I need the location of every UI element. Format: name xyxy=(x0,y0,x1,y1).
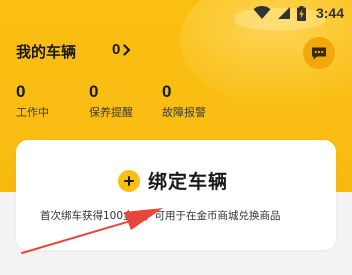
stat-working[interactable]: 0 工作中 xyxy=(16,82,89,120)
page-title: 我的车辆 xyxy=(16,43,77,61)
stat-working-label: 工作中 xyxy=(16,106,49,119)
bind-reward-description: 首次绑车获得100金币，可用于在金币商城兑换商品 xyxy=(40,210,281,222)
bind-vehicle-label: 绑定车辆 xyxy=(148,171,229,193)
message-button[interactable] xyxy=(303,37,335,69)
stat-fault[interactable]: 0 故障报警 xyxy=(162,82,235,120)
message-icon xyxy=(312,47,326,59)
bind-vehicle-button[interactable]: 绑定车辆 xyxy=(118,167,228,194)
vehicle-title-row: 我的车辆 xyxy=(16,41,76,62)
vehicle-stats: 0 工作中 0 保养提醒 0 故障报警 xyxy=(16,82,235,120)
stat-working-value: 0 xyxy=(16,82,26,101)
signal-icon xyxy=(277,7,290,19)
stat-fault-value: 0 xyxy=(162,82,172,101)
status-time: 3:44 xyxy=(315,5,344,21)
stat-maintenance-label: 保养提醒 xyxy=(89,106,133,119)
plus-icon xyxy=(118,169,140,192)
bind-vehicle-card xyxy=(16,140,336,250)
battery-charging-icon xyxy=(296,5,306,21)
wifi-icon xyxy=(253,6,271,19)
chevron-right-icon xyxy=(123,43,131,56)
status-bar: 3:44 xyxy=(253,4,344,22)
screen: 3:44 我的车辆 0 0 工作中 0 保养提醒 0 故障报警 绑定车辆 首次绑… xyxy=(0,0,352,275)
stat-fault-label: 故障报警 xyxy=(162,106,206,119)
vehicle-count-link[interactable]: 0 xyxy=(112,41,131,58)
stat-maintenance[interactable]: 0 保养提醒 xyxy=(89,82,162,120)
vehicle-count-value: 0 xyxy=(112,41,121,58)
stat-maintenance-value: 0 xyxy=(89,82,99,101)
